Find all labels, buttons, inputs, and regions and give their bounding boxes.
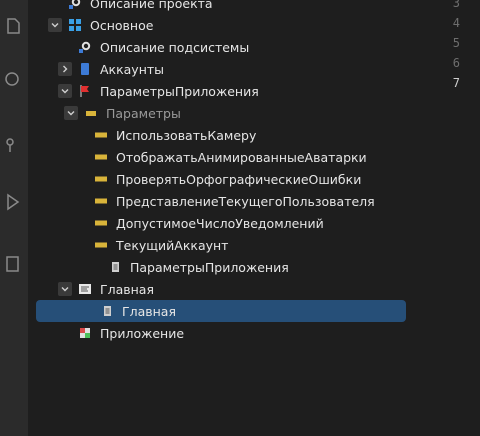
project-tree: Описание проекта Основное Описание подсист… (28, 0, 418, 436)
document-icon (100, 304, 114, 318)
gear-icon (68, 0, 82, 10)
source-control-icon[interactable] (3, 135, 23, 155)
tree-item[interactable]: Приложение (28, 322, 418, 344)
tree-item-label: Описание проекта (90, 0, 213, 11)
line-number: 4 (452, 16, 460, 30)
document-icon (108, 260, 122, 274)
parameter-icon (94, 194, 108, 208)
tree-item[interactable]: ИспользоватьКамеру (28, 124, 418, 146)
tree-item[interactable]: Описание проекта (28, 0, 418, 14)
activity-bar (0, 0, 29, 436)
parameter-icon (94, 216, 108, 230)
line-number-gutter: 3 4 5 6 7 (418, 0, 480, 436)
search-icon[interactable] (3, 70, 23, 90)
tree-item[interactable]: Параметры (28, 102, 418, 124)
tree-item[interactable]: ПараметрыПриложения (28, 256, 418, 278)
tree-item-label: ТекущийАккаунт (116, 237, 229, 253)
explorer-icon[interactable] (3, 16, 23, 36)
chevron-down-icon[interactable] (48, 18, 62, 32)
line-number: 5 (452, 36, 460, 50)
parameter-icon (94, 128, 108, 142)
tree-item-label: Основное (90, 17, 154, 33)
tree-item-label: ПараметрыПриложения (130, 259, 289, 275)
form-icon (78, 282, 92, 296)
extensions-icon[interactable] (3, 254, 23, 274)
tree-item[interactable]: Главная (36, 300, 406, 322)
subsystem-icon (68, 18, 82, 32)
run-debug-icon[interactable] (3, 192, 23, 212)
line-number: 3 (452, 0, 460, 10)
tree-item-label: Параметры (106, 105, 181, 121)
tree-item-label: Главная (122, 303, 176, 319)
chevron-right-icon[interactable] (58, 62, 72, 76)
line-number: 6 (452, 56, 460, 70)
tree-item-label: Описание подсистемы (100, 39, 250, 55)
tree-item[interactable]: Описание подсистемы (28, 36, 418, 58)
tree-item-label: ИспользоватьКамеру (116, 127, 257, 143)
tree-item[interactable]: ТекущийАккаунт (28, 234, 418, 256)
app-icon (78, 326, 92, 340)
tree-item-label: ДопустимоеЧислоУведомлений (116, 215, 324, 231)
tree-item-label: Аккаунты (100, 61, 165, 77)
parameter-icon (94, 238, 108, 252)
chevron-down-icon[interactable] (58, 282, 72, 296)
gear-icon (78, 40, 92, 54)
flag-icon (78, 84, 92, 98)
tree-item-label: ПараметрыПриложения (100, 83, 259, 99)
tree-item-label: Главная (100, 281, 154, 297)
tree-item-label: ПроверятьОрфографическиеОшибки (116, 171, 362, 187)
tree-item[interactable]: ПроверятьОрфографическиеОшибки (28, 168, 418, 190)
tree-item[interactable]: ПараметрыПриложения (28, 80, 418, 102)
tree-item[interactable]: ДопустимоеЧислоУведомлений (28, 212, 418, 234)
folder-icon (84, 106, 98, 120)
parameter-icon (94, 150, 108, 164)
tree-item[interactable]: ПредставлениеТекущегоПользователя (28, 190, 418, 212)
tree-item-label: ОтображатьАнимированныеАватарки (116, 149, 367, 165)
tree-item[interactable]: ОтображатьАнимированныеАватарки (28, 146, 418, 168)
tree-item[interactable]: Главная (28, 278, 418, 300)
tree-item-label: ПредставлениеТекущегоПользователя (116, 193, 375, 209)
chevron-down-icon[interactable] (58, 84, 72, 98)
tree-item[interactable]: Основное (28, 14, 418, 36)
catalog-icon (78, 62, 92, 76)
tree-item[interactable]: Аккаунты (28, 58, 418, 80)
line-number: 7 (452, 76, 460, 90)
chevron-down-icon[interactable] (64, 106, 78, 120)
tree-item-label: Приложение (100, 325, 185, 341)
parameter-icon (94, 172, 108, 186)
